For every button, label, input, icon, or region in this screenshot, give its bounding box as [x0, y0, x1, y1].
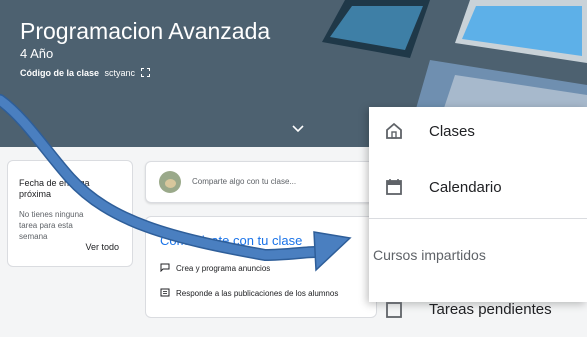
share-box[interactable]: Comparte algo con tu clase... [145, 161, 377, 203]
drawer-item-calendar[interactable]: Calendario [369, 163, 587, 215]
upcoming-title: Fecha de entrega próxima [19, 178, 90, 199]
upcoming-empty-text: No tienes ninguna tarea para esta semana [19, 210, 84, 241]
avatar [159, 171, 181, 193]
announcement-row: Crea y programa anuncios [160, 263, 270, 273]
class-section: 4 Año [20, 46, 54, 61]
communicate-card: Comunicate con tu clase Crea y programa … [145, 216, 377, 318]
reply-label: Responde a las publicaciones de los alum… [176, 289, 339, 298]
class-code-value: sctyanc [104, 68, 136, 78]
home-icon [386, 122, 402, 139]
announcement-icon [160, 263, 170, 272]
drawer-divider [369, 218, 587, 219]
navigation-drawer: Clases Calendario Cursos impartidos Tare… [369, 107, 587, 318]
share-input[interactable]: Comparte algo con tu clase... [192, 177, 296, 186]
upcoming-card: Fecha de entrega próxima No tienes ningu… [7, 160, 133, 267]
reply-icon [160, 288, 170, 297]
view-all-link[interactable]: Ver todo [85, 242, 119, 252]
class-code: Código de la clase sctyanc [20, 68, 150, 78]
drawer-item-calendar-label: Calendario [429, 179, 502, 196]
chevron-down-icon[interactable] [292, 125, 304, 133]
fullscreen-icon[interactable] [140, 68, 150, 77]
todo-icon [386, 302, 402, 318]
class-title: Programacion Avanzada [20, 18, 271, 44]
drawer-item-todo-label: Tareas pendientes [429, 301, 552, 318]
announcement-label: Crea y programa anuncios [176, 264, 271, 273]
class-code-label: Código de la clase [20, 68, 100, 78]
reply-row: Responde a las publicaciones de los alum… [160, 288, 338, 298]
communicate-title: Comunicate con tu clase [160, 233, 303, 248]
drawer-item-classes-label: Clases [429, 123, 475, 140]
calendar-icon [386, 179, 402, 195]
drawer-item-todo[interactable]: Tareas pendientes [369, 285, 587, 337]
drawer-section-title: Cursos impartidos [373, 247, 486, 263]
drawer-item-classes[interactable]: Clases [369, 107, 587, 159]
